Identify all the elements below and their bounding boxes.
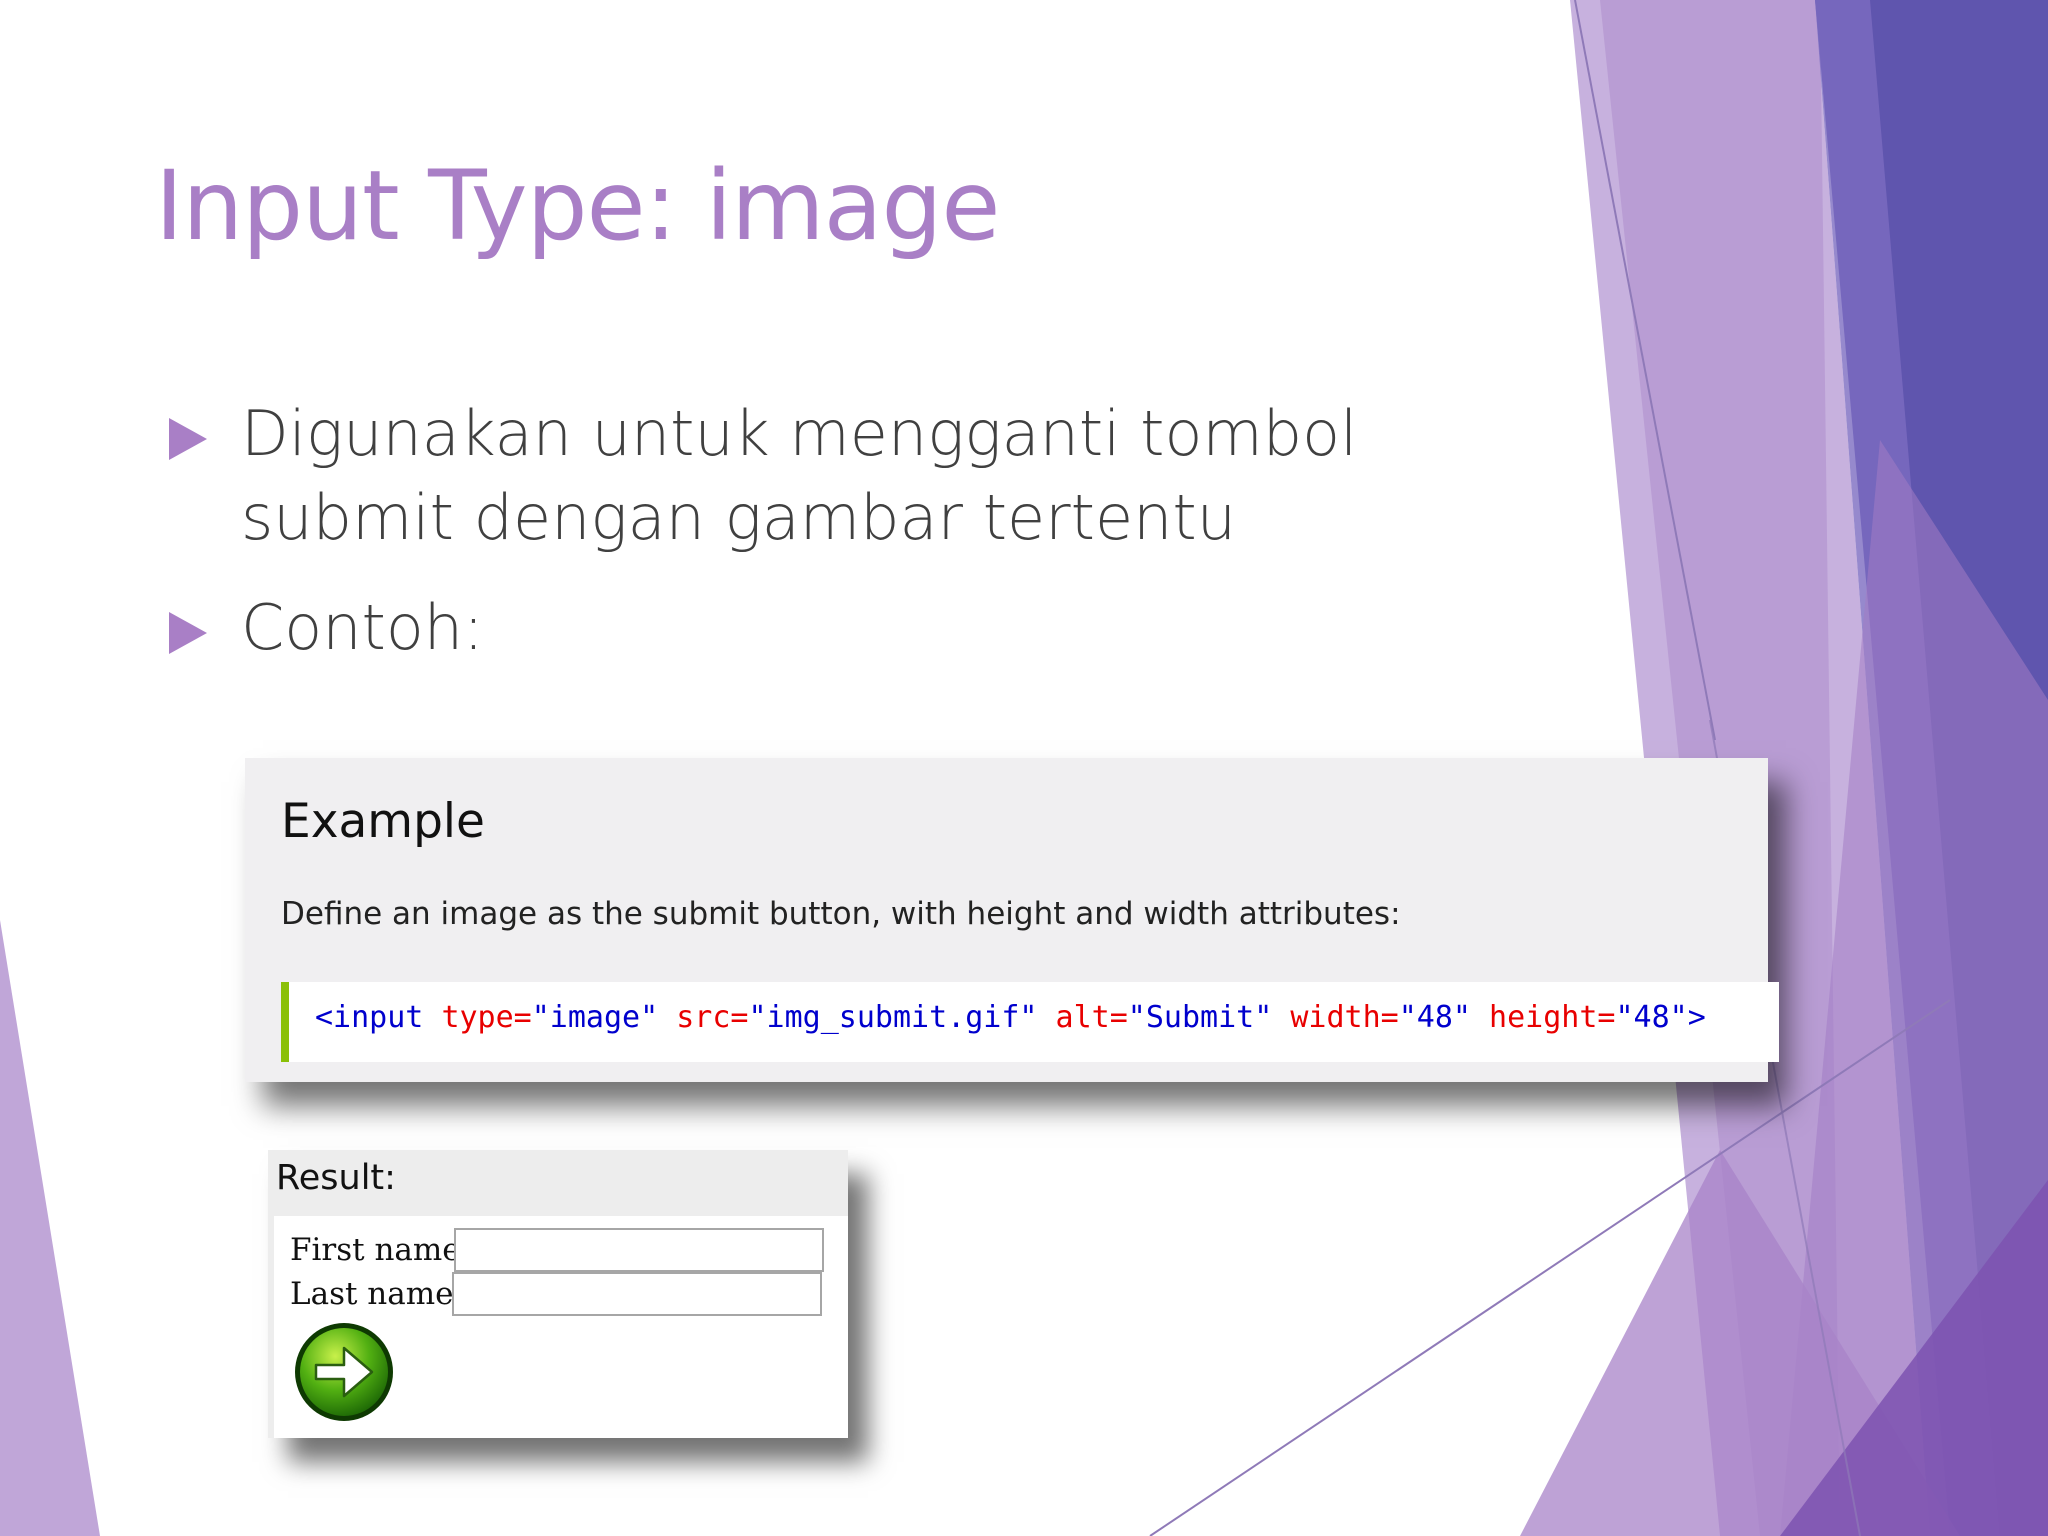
bullet-text: Digunakan untuk mengganti tombol submit … — [241, 397, 1358, 554]
code-value: "img_submit.gif" — [748, 1000, 1038, 1035]
code-open-tag: <input — [315, 1000, 442, 1035]
example-description: Define an image as the submit button, wi… — [281, 896, 1401, 932]
code-value: "48" — [1398, 1000, 1471, 1035]
result-form: First name: Last name: — [274, 1216, 848, 1438]
result-label: Result: — [276, 1158, 396, 1198]
code-value: "48" — [1615, 1000, 1688, 1035]
code-close-tag: > — [1687, 1000, 1706, 1035]
first-name-label: First name: — [290, 1232, 472, 1268]
triangle-bullet-icon — [169, 418, 207, 460]
bullet-text: Contoh: — [241, 591, 484, 664]
code-attr: width= — [1290, 1000, 1399, 1035]
last-name-label: Last name: — [290, 1276, 464, 1312]
last-name-field[interactable] — [452, 1272, 822, 1316]
code-attr: src= — [676, 1000, 749, 1035]
first-name-field[interactable] — [454, 1228, 824, 1272]
green-arrow-submit-icon[interactable] — [292, 1320, 396, 1424]
slide-title: Input Type: image — [155, 150, 1000, 262]
triangle-bullet-icon — [169, 612, 207, 654]
code-value: "image" — [531, 1000, 659, 1035]
code-value: "Submit" — [1127, 1000, 1273, 1035]
bullet-list: Digunakan untuk mengganti tombol submit … — [165, 392, 1565, 696]
bullet-item: Digunakan untuk mengganti tombol submit … — [165, 392, 1565, 560]
code-line: <input type="image" src="img_submit.gif"… — [315, 1000, 1706, 1035]
code-attr: alt= — [1055, 1000, 1128, 1035]
code-attr: type= — [441, 1000, 532, 1035]
code-attr: height= — [1489, 1000, 1616, 1035]
example-heading: Example — [281, 794, 485, 849]
code-block: <input type="image" src="img_submit.gif"… — [281, 982, 1779, 1062]
example-screenshot-card: Example Define an image as the submit bu… — [245, 758, 1779, 1082]
result-screenshot-card: Result: First name: Last name: — [268, 1150, 848, 1438]
bullet-item: Contoh: — [165, 586, 1565, 670]
decor-left-band — [0, 920, 100, 1536]
